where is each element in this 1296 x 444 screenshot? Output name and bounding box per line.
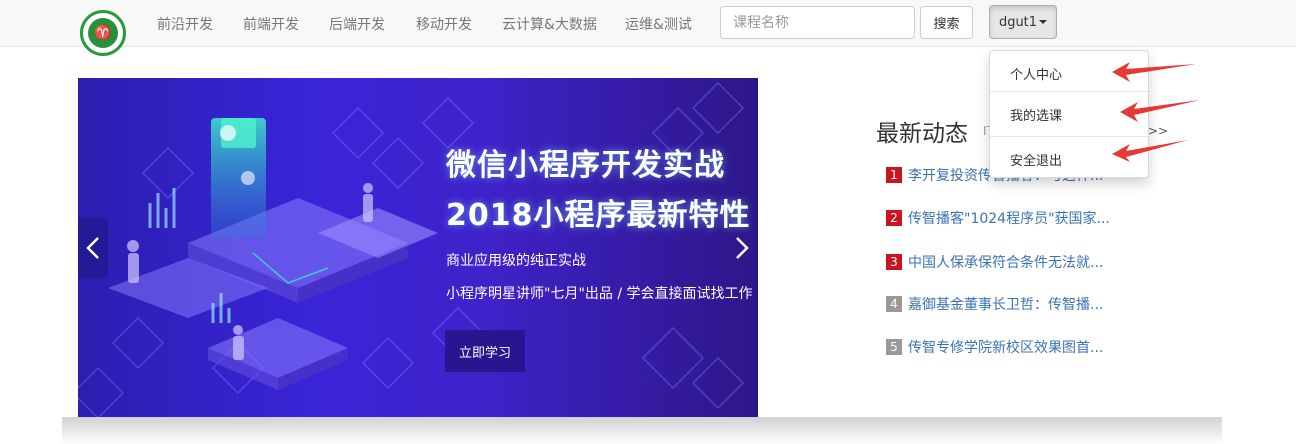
nav-item-backend[interactable]: 后端开发 <box>329 14 385 34</box>
caret-down-icon <box>1039 20 1048 24</box>
news-rank-badge: 5 <box>886 339 902 355</box>
annotation-arrow-icon <box>1112 140 1188 162</box>
nav-item-frontier[interactable]: 前沿开发 <box>157 14 213 34</box>
nav-item-ops-testing[interactable]: 运维&测试 <box>625 14 692 34</box>
search-button[interactable]: 搜索 <box>920 6 973 39</box>
news-rank-badge: 1 <box>886 167 902 183</box>
nav-item-frontend[interactable]: 前端开发 <box>243 14 299 34</box>
banner-subtitle-2: 小程序明星讲师"七月"出品 / 学会直接面试找工作 <box>446 286 753 302</box>
news-section-title: 最新动态 <box>876 121 968 147</box>
news-headline[interactable]: 传智播客"1024程序员"获国家... <box>908 208 1120 228</box>
news-more-link[interactable]: >> <box>1148 124 1168 138</box>
news-list-item[interactable]: 4 嘉御基金董事长卫哲：传智播... <box>886 294 1126 314</box>
news-rank-badge: 3 <box>886 254 902 270</box>
news-rank-badge: 4 <box>886 296 902 312</box>
nav-item-cloud-bigdata[interactable]: 云计算&大数据 <box>502 14 597 34</box>
news-headline[interactable]: 传智专修学院新校区效果图首... <box>908 337 1120 357</box>
chevron-left-icon <box>86 237 99 259</box>
news-headline[interactable]: 中国人保承保符合条件无法就... <box>908 252 1120 272</box>
banner-carousel[interactable]: 微信小程序开发实战 2018小程序最新特性 商业应用级的纯正实战 小程序明星讲师… <box>78 78 758 417</box>
banner-learn-now-button[interactable]: 立即学习 <box>445 330 525 372</box>
search-input[interactable] <box>720 6 915 39</box>
logo-emblem-icon: ♈ <box>88 18 118 48</box>
news-rank-badge: 2 <box>886 210 902 226</box>
news-list-item[interactable]: 2 传智播客"1024程序员"获国家... <box>886 208 1126 228</box>
user-name: dgut1 <box>998 14 1038 30</box>
annotation-arrow-icon <box>1120 100 1200 122</box>
chevron-right-icon <box>736 237 749 259</box>
news-headline[interactable]: 嘉御基金董事长卫哲：传智播... <box>908 294 1120 314</box>
carousel-next-arrow[interactable] <box>727 218 757 278</box>
navbar: ♈ 前沿开发 前端开发 后端开发 移动开发 云计算&大数据 运维&测试 搜索 d… <box>0 0 1296 56</box>
news-list-item[interactable]: 3 中国人保承保符合条件无法就... <box>886 252 1126 272</box>
banner-illustration <box>78 81 745 417</box>
banner-title-line2: 2018小程序最新特性 <box>446 198 751 233</box>
site-logo[interactable]: ♈ <box>80 10 126 56</box>
annotation-arrow-icon <box>1112 62 1196 82</box>
user-menu-button[interactable]: dgut1 <box>989 5 1057 39</box>
banner-title-line1: 微信小程序开发实战 <box>446 148 725 183</box>
nav-item-mobile[interactable]: 移动开发 <box>416 14 472 34</box>
banner-subtitle-1: 商业应用级的纯正实战 <box>446 253 586 269</box>
news-list-item[interactable]: 5 传智专修学院新校区效果图首... <box>886 337 1126 357</box>
carousel-prev-arrow[interactable] <box>78 218 108 278</box>
carousel-shadow <box>62 417 1222 444</box>
